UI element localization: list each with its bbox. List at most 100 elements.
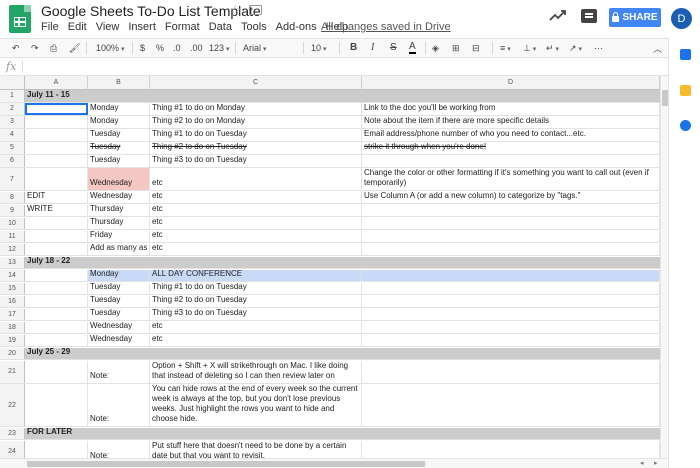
cell-a[interactable]: EDIT: [25, 191, 88, 203]
cell-d[interactable]: [362, 360, 660, 383]
row-number[interactable]: 13: [0, 256, 25, 268]
cell-b[interactable]: Wednesday: [88, 168, 150, 190]
row-number[interactable]: 17: [0, 308, 25, 320]
row-number[interactable]: 3: [0, 116, 25, 128]
cell-c[interactable]: Thing #2 to do on Monday: [150, 116, 362, 128]
italic-button[interactable]: I: [371, 42, 374, 54]
cell-a[interactable]: [25, 384, 88, 426]
bold-button[interactable]: B: [350, 42, 357, 54]
column-header-c[interactable]: C: [150, 76, 362, 90]
sheets-logo-icon[interactable]: [9, 5, 31, 33]
cell-c[interactable]: [150, 347, 362, 359]
cell-a[interactable]: [25, 243, 88, 255]
row-number[interactable]: 16: [0, 295, 25, 307]
cell-d[interactable]: [362, 440, 660, 458]
share-button[interactable]: SHARE: [609, 8, 661, 27]
cell-c[interactable]: etc: [150, 191, 362, 203]
cell-b[interactable]: Tuesday: [88, 295, 150, 307]
row-number[interactable]: 11: [0, 230, 25, 242]
folder-icon[interactable]: [249, 5, 262, 15]
cell-c[interactable]: [150, 90, 362, 102]
cell-c[interactable]: etc: [150, 321, 362, 333]
cell-c[interactable]: etc: [150, 168, 362, 190]
cell-d[interactable]: [362, 217, 660, 229]
cell-b[interactable]: Tuesday: [88, 155, 150, 167]
cell-d[interactable]: strike it through when you're done!: [362, 142, 660, 154]
cell-b[interactable]: Wednesday: [88, 321, 150, 333]
cell-a[interactable]: [25, 116, 88, 128]
more-icon[interactable]: ⋯: [594, 42, 603, 54]
cell-a[interactable]: [25, 360, 88, 383]
currency-format-button[interactable]: $: [140, 42, 145, 54]
paint-format-icon[interactable]: 🖌: [69, 42, 80, 54]
activity-trend-icon[interactable]: [549, 8, 567, 22]
cell-c[interactable]: Thing #1 to do on Tuesday: [150, 129, 362, 141]
cell-a[interactable]: [25, 334, 88, 346]
cell-a[interactable]: July 25 - 29: [25, 347, 88, 359]
cell-d[interactable]: [362, 384, 660, 426]
row-number[interactable]: 10: [0, 217, 25, 229]
cell-c[interactable]: You can hide rows at the end of every we…: [150, 384, 362, 426]
scroll-right-icon[interactable]: ▸: [654, 459, 658, 467]
text-rotate-icon[interactable]: ↗: [569, 42, 582, 56]
horizontal-align-icon[interactable]: ≡: [500, 42, 511, 56]
row-number[interactable]: 18: [0, 321, 25, 333]
cell-d[interactable]: Email address/phone number of who you ne…: [362, 129, 660, 141]
more-formats-select[interactable]: 123: [209, 42, 230, 56]
row-number[interactable]: 19: [0, 334, 25, 346]
save-status-link[interactable]: All changes saved in Drive: [321, 21, 451, 33]
cell-b[interactable]: Tuesday: [88, 282, 150, 294]
cell-d[interactable]: [362, 269, 660, 281]
cell-c[interactable]: etc: [150, 230, 362, 242]
font-select[interactable]: Arial: [243, 42, 299, 56]
vertical-scrollbar[interactable]: [660, 76, 668, 458]
undo-icon[interactable]: ↶: [12, 42, 20, 54]
cell-c[interactable]: ALL DAY CONFERENCE: [150, 269, 362, 281]
cell-c[interactable]: Thing #1 to do on Tuesday: [150, 282, 362, 294]
cell-b[interactable]: Note:: [88, 360, 150, 383]
cell-b[interactable]: [88, 90, 150, 102]
cell-b[interactable]: Tuesday: [88, 142, 150, 154]
column-header-d[interactable]: D: [362, 76, 660, 90]
cell-a[interactable]: [25, 168, 88, 190]
row-number[interactable]: 2: [0, 103, 25, 115]
row-number[interactable]: 23: [0, 427, 25, 439]
row-number[interactable]: 21: [0, 360, 25, 383]
row-number[interactable]: 5: [0, 142, 25, 154]
collapse-menus-icon[interactable]: ︿: [653, 42, 662, 55]
select-all-corner[interactable]: [0, 76, 25, 90]
cell-c[interactable]: Thing #1 to do on Monday: [150, 103, 362, 115]
cell-a[interactable]: July 18 - 22: [25, 256, 88, 268]
cell-c[interactable]: [150, 256, 362, 268]
cell-d[interactable]: [362, 256, 660, 268]
cell-d[interactable]: Link to the doc you'll be working from: [362, 103, 660, 115]
row-number[interactable]: 1: [0, 90, 25, 102]
decrease-decimal-button[interactable]: .0: [173, 42, 181, 54]
cell-b[interactable]: Monday: [88, 116, 150, 128]
cell-b[interactable]: [88, 427, 150, 439]
row-number[interactable]: 14: [0, 269, 25, 281]
cell-a[interactable]: WRITE: [25, 204, 88, 216]
menu-view[interactable]: View: [96, 21, 120, 33]
cell-b[interactable]: Thursday: [88, 217, 150, 229]
cell-d[interactable]: [362, 204, 660, 216]
document-title[interactable]: Google Sheets To-Do List Template: [41, 3, 261, 19]
cell-d[interactable]: [362, 321, 660, 333]
scroll-left-icon[interactable]: ◂: [640, 459, 644, 467]
cell-c[interactable]: Option + Shift + X will strikethrough on…: [150, 360, 362, 383]
row-number[interactable]: 9: [0, 204, 25, 216]
cell-c[interactable]: etc: [150, 243, 362, 255]
cell-a[interactable]: [25, 321, 88, 333]
cell-a[interactable]: [25, 142, 88, 154]
menu-edit[interactable]: Edit: [68, 21, 87, 33]
cell-b[interactable]: Wednesday: [88, 334, 150, 346]
row-number[interactable]: 20: [0, 347, 25, 359]
cell-b[interactable]: Wednesday: [88, 191, 150, 203]
calendar-icon[interactable]: [680, 49, 691, 60]
cell-a[interactable]: [25, 440, 88, 458]
horizontal-scrollbar[interactable]: ◂ ▸: [0, 458, 668, 468]
cell-b[interactable]: Tuesday: [88, 129, 150, 141]
cell-b[interactable]: Thursday: [88, 204, 150, 216]
cell-b[interactable]: Friday: [88, 230, 150, 242]
menu-file[interactable]: File: [41, 21, 59, 33]
